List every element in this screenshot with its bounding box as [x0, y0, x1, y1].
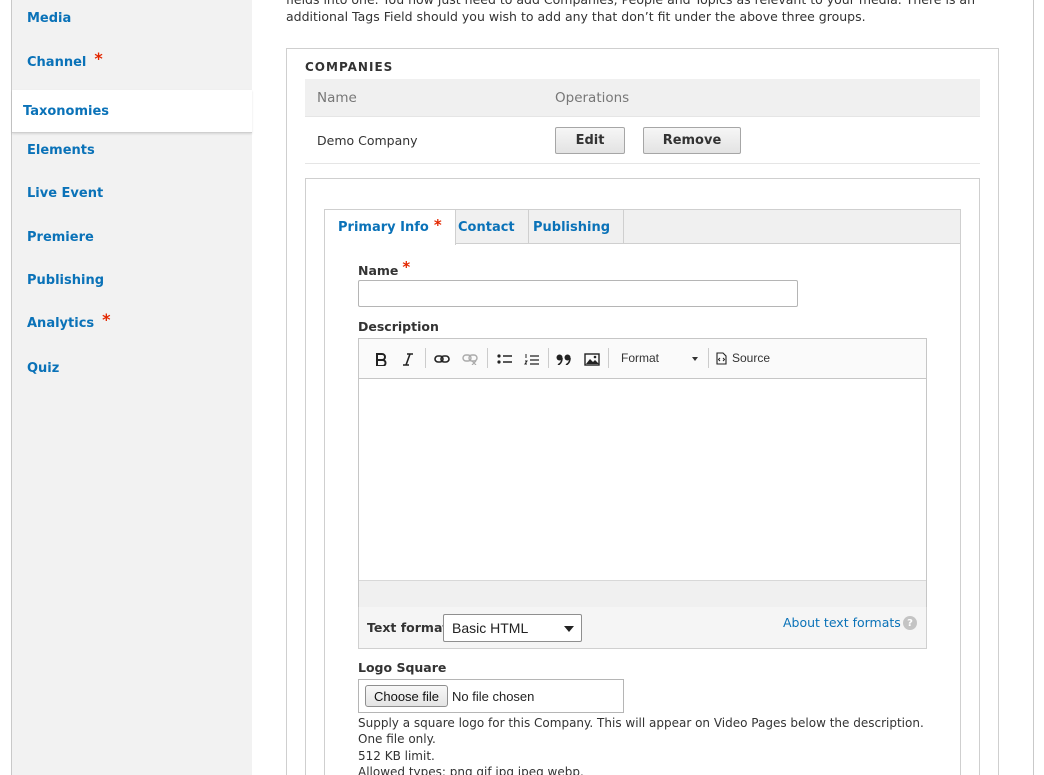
italic-icon[interactable]: [398, 350, 418, 368]
required-marker: *: [94, 48, 103, 68]
remove-button[interactable]: Remove: [643, 127, 741, 154]
taxonomies-intro: fields into one. You now just need to ad…: [286, 0, 986, 25]
editor-content-area[interactable]: [359, 380, 926, 580]
required-marker: *: [102, 309, 111, 329]
text-format-select[interactable]: Basic HTML: [443, 614, 582, 642]
tab-label: Publishing: [533, 219, 611, 235]
tab-contact[interactable]: Contact: [445, 210, 529, 244]
bold-icon[interactable]: [371, 350, 391, 368]
tab-primary-info[interactable]: Primary Info *: [325, 210, 456, 245]
description-label: Description: [358, 319, 439, 334]
sidebar-item-live-event[interactable]: Live Event: [12, 172, 252, 214]
tab-label: Contact: [458, 219, 515, 235]
name-label: Name *: [358, 258, 411, 279]
sidebar-item-label: Channel: [27, 54, 87, 70]
chevron-down-icon: [692, 357, 698, 361]
logo-help-text: Allowed types: png gif jpg jpeg webp.: [358, 765, 584, 775]
file-status: No file chosen: [452, 689, 535, 704]
source-label: Source: [732, 351, 771, 365]
editor-status-bar: [359, 580, 926, 607]
companies-table-header: Name Operations: [305, 79, 980, 117]
link-icon[interactable]: [432, 350, 452, 368]
source-button[interactable]: Source: [716, 348, 770, 368]
format-dropdown[interactable]: Format: [614, 348, 704, 368]
toolbar-separator: [708, 348, 709, 368]
sidebar-item-analytics[interactable]: Analytics *: [12, 302, 252, 344]
logo-help-text: Supply a square logo for this Company. T…: [358, 716, 924, 730]
tab-publishing[interactable]: Publishing: [520, 210, 625, 244]
numbered-list-icon[interactable]: [521, 350, 541, 368]
tab-label: Primary Info: [338, 220, 429, 235]
logo-square-label: Logo Square: [358, 660, 447, 675]
chevron-down-icon: [564, 626, 574, 632]
vertical-tabs-sidebar: Media Channel * Taxonomies Elements Live …: [12, 0, 252, 775]
sidebar-item-channel[interactable]: Channel *: [12, 41, 252, 83]
source-icon: [716, 351, 727, 365]
sidebar-item-elements[interactable]: Elements: [12, 129, 252, 171]
intro-line: additional Tags Field should you wish to…: [286, 8, 866, 24]
toolbar-separator: [608, 348, 609, 368]
text-format-value: Basic HTML: [452, 620, 529, 636]
sidebar-item-media[interactable]: Media: [12, 0, 252, 39]
blockquote-icon[interactable]: [554, 350, 574, 368]
sidebar-item-label: Publishing: [27, 272, 105, 288]
help-icon[interactable]: ?: [903, 616, 917, 630]
sidebar-item-taxonomies[interactable]: Taxonomies: [12, 90, 252, 133]
toolbar-separator: [487, 348, 488, 368]
intro-line: fields into one. You now just need to ad…: [286, 0, 986, 9]
company-name: Demo Company: [317, 133, 418, 148]
sidebar-item-premiere[interactable]: Premiere: [12, 216, 252, 258]
required-marker: *: [402, 258, 411, 276]
sidebar-item-label: Analytics: [27, 315, 95, 331]
sidebar-item-quiz[interactable]: Quiz: [12, 347, 252, 389]
edit-button[interactable]: Edit: [555, 127, 625, 154]
sidebar-item-label: Media: [27, 10, 72, 26]
toolbar-separator: [548, 348, 549, 368]
logo-help-text: 512 KB limit.: [358, 749, 435, 763]
column-header-operations: Operations: [555, 90, 630, 106]
image-icon[interactable]: [582, 350, 602, 368]
companies-legend: COMPANIES: [305, 60, 394, 74]
required-marker: *: [433, 215, 442, 234]
bulleted-list-icon[interactable]: [494, 350, 514, 368]
toolbar-separator: [425, 348, 426, 368]
sidebar-item-publishing[interactable]: Publishing: [12, 259, 252, 301]
name-label-text: Name: [358, 263, 399, 278]
format-dropdown-label: Format: [621, 351, 660, 365]
sidebar-item-label: Quiz: [27, 360, 60, 376]
sidebar-item-label: Elements: [27, 142, 95, 158]
sidebar-item-label: Premiere: [27, 229, 94, 245]
choose-file-button[interactable]: Choose file: [365, 685, 448, 707]
logo-help-text: One file only.: [358, 732, 436, 746]
about-text-formats-link[interactable]: About text formats: [783, 615, 901, 630]
text-format-label: Text format: [367, 620, 449, 635]
sidebar-item-label: Live Event: [27, 185, 104, 201]
name-field[interactable]: [358, 280, 798, 307]
unlink-icon[interactable]: [460, 350, 480, 368]
column-header-name: Name: [317, 90, 357, 106]
sidebar-item-label: Taxonomies: [23, 103, 110, 119]
